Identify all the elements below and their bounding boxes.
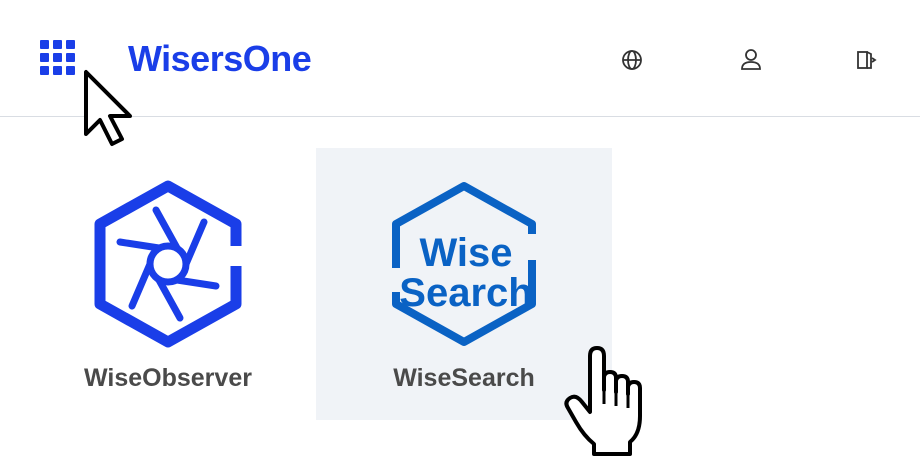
wisesearch-logo-icon: Wise Search (390, 182, 538, 346)
wiseobserver-logo-icon (94, 180, 244, 348)
hand-pointer-cursor-icon (564, 346, 642, 456)
user-icon[interactable] (735, 44, 767, 76)
logo-text-search: Search (399, 271, 532, 315)
arrow-cursor-icon (84, 70, 132, 146)
app-label-wiseobserver: WiseObserver (84, 364, 252, 392)
logo-text-wise: Wise (419, 231, 512, 275)
globe-icon[interactable] (616, 44, 648, 76)
logout-icon[interactable] (850, 44, 882, 76)
apps-grid-icon[interactable] (40, 40, 80, 80)
app-tile-wiseobserver[interactable]: WiseObserver (20, 148, 316, 420)
brand-title[interactable]: WisersOne (128, 38, 312, 80)
